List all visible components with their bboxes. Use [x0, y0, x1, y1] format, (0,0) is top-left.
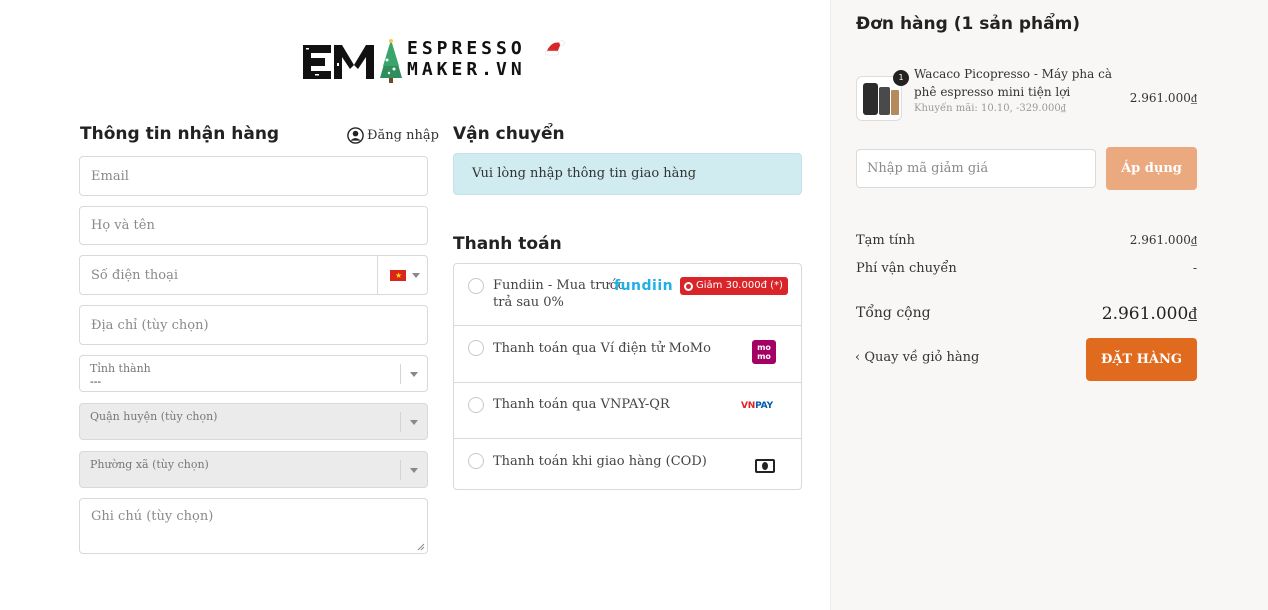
payment-label: Thanh toán khi giao hàng (COD) — [493, 454, 707, 469]
district-select[interactable]: Quận huyện (tùy chọn) — [79, 403, 428, 440]
product-name: Wacaco Picopresso - Máy pha cà phê espre… — [914, 67, 1112, 99]
vnpay-logo-vn: VN — [741, 401, 756, 411]
payment-label-line-1: Fundiin - Mua trước — [493, 278, 625, 293]
chevron-down-icon[interactable] — [410, 468, 418, 473]
shipping-info-title: Thông tin nhận hàng — [80, 124, 280, 144]
total-value: 2.961.000₫ — [1101, 304, 1197, 324]
vnpay-logo-icon: VNPAY — [741, 401, 773, 411]
shipping-fee-value: - — [1192, 261, 1197, 275]
address-field[interactable] — [79, 305, 428, 345]
discount-badge: Giảm 30.000đ (*) — [680, 277, 788, 295]
address-input[interactable] — [80, 306, 427, 344]
subtotal-label: Tạm tính — [856, 233, 916, 248]
fundiin-logo-icon: fundiin — [614, 278, 674, 294]
chevron-down-icon[interactable] — [412, 273, 420, 278]
logo-line-1: ESPRESSO — [407, 38, 526, 59]
cash-icon — [755, 459, 775, 473]
radio-button[interactable] — [468, 340, 484, 356]
district-label: Quận huyện (tùy chọn) — [90, 410, 218, 423]
product-image-part — [891, 90, 899, 115]
note-field[interactable] — [79, 498, 428, 554]
place-order-button[interactable]: ĐẶT HÀNG — [1086, 338, 1197, 381]
total-label: Tổng cộng — [856, 305, 931, 321]
product-thumbnail: 1 — [856, 70, 909, 121]
total-row: Tổng cộng 2.961.000₫ — [856, 304, 1197, 324]
resize-handle-icon[interactable] — [417, 543, 425, 551]
shipping-fee-row: Phí vận chuyển - — [856, 261, 1197, 276]
province-value: --- — [90, 375, 102, 388]
payment-label: Thanh toán qua VNPAY-QR — [493, 397, 670, 412]
vietnam-flag-icon[interactable]: ★ — [390, 270, 406, 281]
phone-input[interactable] — [80, 256, 377, 294]
note-textarea[interactable] — [80, 499, 427, 553]
email-field[interactable] — [79, 156, 428, 196]
apply-coupon-button[interactable]: Áp dụng — [1106, 147, 1197, 190]
momo-logo-text-2: mo — [757, 352, 771, 361]
coupon-icon — [684, 281, 693, 291]
phone-divider — [377, 256, 378, 294]
vnpay-logo-pay: PAY — [755, 401, 773, 411]
back-to-cart-link[interactable]: ‹ Quay về giỏ hàng — [855, 350, 979, 365]
coupon-field[interactable] — [856, 149, 1096, 188]
payment-label: Thanh toán qua Ví điện tử MoMo — [493, 341, 711, 356]
ward-label: Phường xã (tùy chọn) — [90, 458, 209, 471]
login-label: Đăng nhập — [367, 128, 439, 143]
province-select[interactable]: Tỉnh thành --- — [79, 355, 428, 392]
select-divider — [400, 460, 401, 480]
province-label: Tỉnh thành — [90, 362, 151, 375]
santa-hat-icon — [544, 40, 565, 56]
login-link[interactable]: Đăng nhập — [347, 127, 439, 144]
payment-option-vnpay[interactable]: Thanh toán qua VNPAY-QR VNPAY — [454, 383, 801, 439]
select-divider — [400, 364, 401, 384]
radio-button[interactable] — [468, 397, 484, 413]
ward-select[interactable]: Phường xã (tùy chọn) — [79, 451, 428, 488]
subtotal-value: 2.961.000₫ — [1129, 233, 1197, 247]
shipping-fee-label: Phí vận chuyển — [856, 261, 957, 276]
checkout-main: ESPRESSO MAKER.VN Thông tin nhận hàng Đă… — [0, 0, 830, 610]
shipping-title: Vận chuyển — [453, 124, 565, 144]
brand-logo[interactable]: ESPRESSO MAKER.VN — [303, 38, 565, 84]
brand-wordmark: ESPRESSO MAKER.VN — [407, 38, 526, 80]
momo-logo-icon: mo mo — [752, 340, 776, 364]
phone-field[interactable]: ★ — [79, 255, 428, 295]
discount-badge-text: Giảm 30.000đ (*) — [696, 280, 783, 291]
payment-option-momo[interactable]: Thanh toán qua Ví điện tử MoMo mo mo — [454, 326, 801, 383]
radio-button[interactable] — [468, 278, 484, 294]
chevron-down-icon[interactable] — [410, 372, 418, 377]
user-icon — [347, 127, 364, 144]
radio-button[interactable] — [468, 453, 484, 469]
fullname-field[interactable] — [79, 206, 428, 245]
payment-option-fundiin[interactable]: Fundiin - Mua trước trả sau 0% fundiin G… — [454, 264, 801, 326]
product-price: 2.961.000₫ — [1129, 91, 1197, 105]
momo-logo-text-1: mo — [757, 343, 771, 352]
payment-label: Fundiin - Mua trước trả sau 0% — [493, 277, 625, 311]
select-divider — [400, 412, 401, 432]
fullname-input[interactable] — [80, 207, 427, 244]
quantity-badge: 1 — [893, 70, 909, 86]
chevron-down-icon[interactable] — [410, 420, 418, 425]
coupon-input[interactable] — [857, 150, 1095, 187]
payment-option-cod[interactable]: Thanh toán khi giao hàng (COD) — [454, 439, 801, 490]
email-input[interactable] — [80, 157, 427, 195]
christmas-tree-icon — [380, 39, 402, 83]
product-discount: Khuyến mãi: 10.10, -329.000₫ — [914, 103, 1066, 114]
product-image-part — [863, 83, 878, 115]
logo-line-2: MAKER.VN — [407, 59, 526, 80]
shipping-info-alert: Vui lòng nhập thông tin giao hàng — [453, 153, 802, 195]
order-title: Đơn hàng (1 sản phẩm) — [856, 14, 1081, 34]
payment-label-line-2: trả sau 0% — [493, 295, 564, 310]
payment-methods: Fundiin - Mua trước trả sau 0% fundiin G… — [453, 263, 802, 490]
product-image-part — [879, 87, 890, 115]
em-logo-icon — [303, 45, 374, 79]
payment-title: Thanh toán — [453, 234, 562, 254]
subtotal-row: Tạm tính 2.961.000₫ — [856, 233, 1197, 248]
